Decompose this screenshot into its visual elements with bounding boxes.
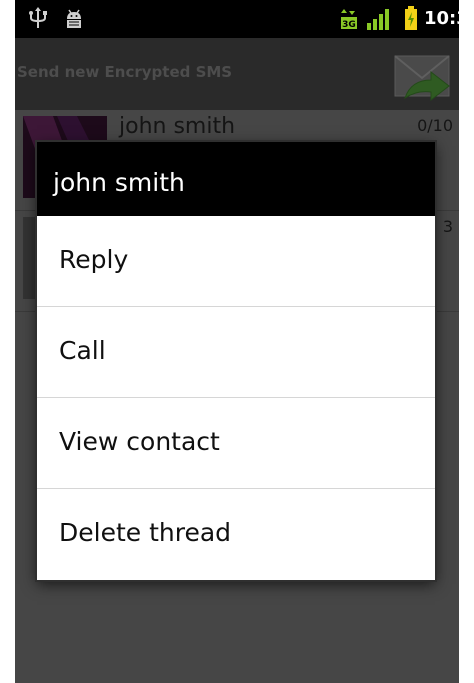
dialog-header: john smith xyxy=(37,142,435,216)
menu-item-view-contact[interactable]: View contact xyxy=(37,398,435,489)
menu-item-delete-thread[interactable]: Delete thread xyxy=(37,489,435,580)
status-bar: 3G 10:32 xyxy=(15,0,459,38)
thread-contact-name: john smith xyxy=(119,114,236,139)
dialog-title: john smith xyxy=(53,168,185,197)
menu-item-label: View contact xyxy=(59,427,220,456)
context-menu-dialog: john smith Reply Call View contact Delet… xyxy=(37,142,435,580)
message-count: 0/10 xyxy=(417,116,453,135)
usb-icon xyxy=(29,7,47,28)
menu-item-call[interactable]: Call xyxy=(37,307,435,398)
message-count: 3 xyxy=(442,217,453,236)
3g-data-icon: 3G xyxy=(341,9,357,30)
menu-item-reply[interactable]: Reply xyxy=(37,216,435,307)
battery-charging-icon xyxy=(405,6,417,30)
menu-item-label: Call xyxy=(59,336,106,365)
phone-screen: 3G 10:32 Send new Encrypted SMS xyxy=(15,0,459,683)
android-debug-icon xyxy=(67,9,81,28)
compose-send-icon[interactable] xyxy=(391,50,453,108)
app-title: Send new Encrypted SMS xyxy=(17,63,233,81)
clock: 10:32 xyxy=(424,8,459,29)
app-title-bar: Send new Encrypted SMS xyxy=(15,38,459,110)
menu-item-label: Delete thread xyxy=(59,518,232,547)
signal-strength-icon xyxy=(367,9,389,30)
menu-item-label: Reply xyxy=(59,245,129,274)
svg-text:3G: 3G xyxy=(342,20,356,30)
